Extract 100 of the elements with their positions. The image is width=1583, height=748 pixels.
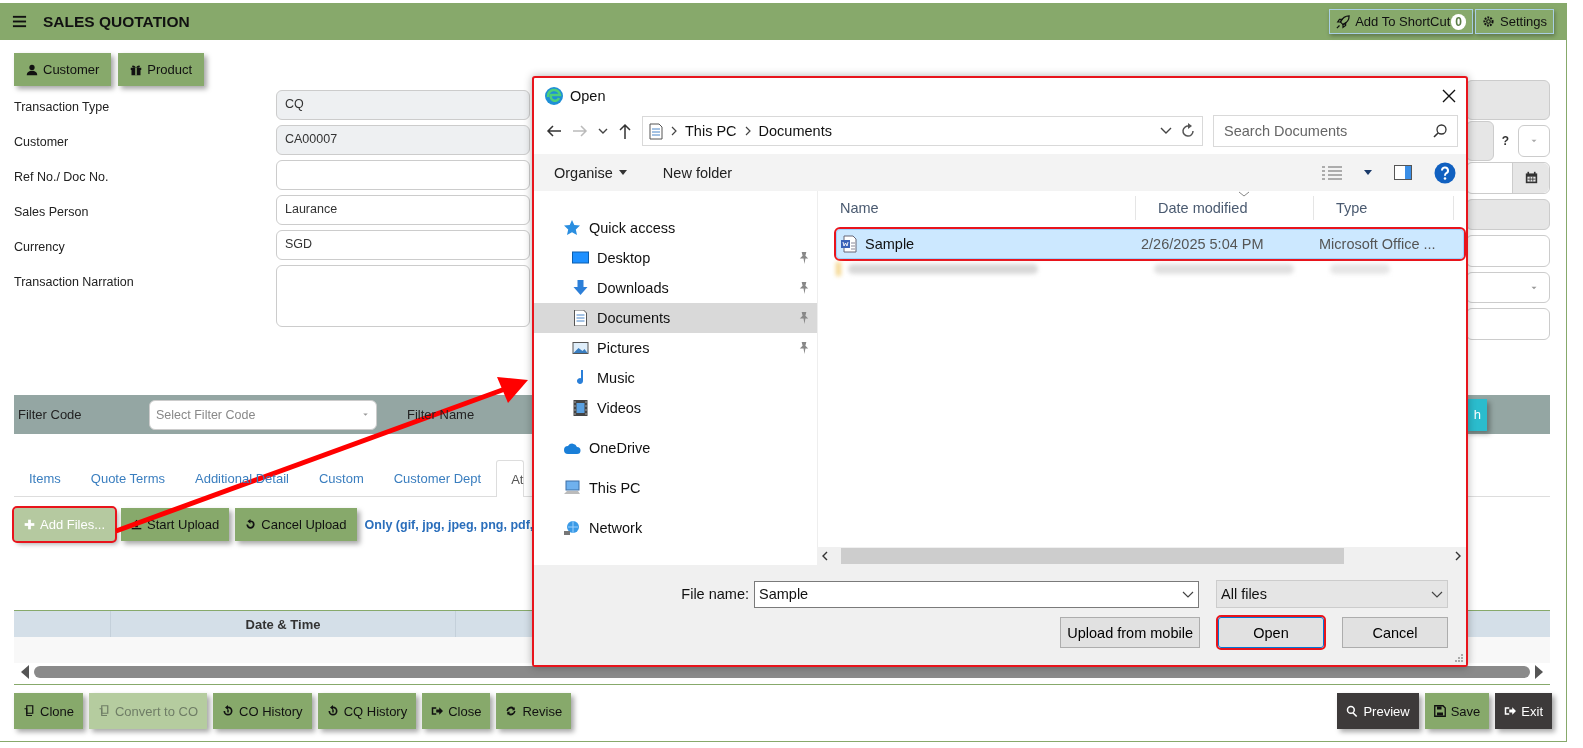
chevron-down-icon[interactable] xyxy=(598,127,608,135)
tab[interactable]: Quote Terms xyxy=(75,460,180,496)
file-type-select[interactable]: All files xyxy=(1216,580,1448,608)
refresh-icon[interactable] xyxy=(1180,123,1196,139)
add-to-shortcut-button[interactable]: Add To ShortCut 0 xyxy=(1329,9,1473,34)
upload-icon xyxy=(131,519,143,530)
nav-item[interactable]: Downloads xyxy=(534,273,817,303)
document-icon xyxy=(572,310,589,326)
scroll-left-icon[interactable] xyxy=(20,665,30,679)
revise-button[interactable]: Revise xyxy=(496,693,572,729)
column-header[interactable]: Name xyxy=(818,196,1136,220)
nav-item[interactable]: OneDrive xyxy=(534,433,817,463)
settings-button[interactable]: Settings xyxy=(1475,9,1554,34)
nav-item[interactable]: Network xyxy=(534,513,817,543)
date-field[interactable] xyxy=(1466,161,1550,194)
tab[interactable]: Items xyxy=(14,460,76,496)
clone-button[interactable]: Clone xyxy=(14,693,83,729)
open-button[interactable]: Open xyxy=(1218,617,1324,648)
tab[interactable]: Customer Dept xyxy=(378,460,497,496)
file-row[interactable]: Sample 2/26/2025 5:04 PM Microsoft Office ... xyxy=(836,229,1464,259)
caret-icon[interactable] xyxy=(1364,170,1372,175)
scrollbar-thumb[interactable] xyxy=(34,666,1530,678)
browser-icon xyxy=(544,86,564,106)
close-icon[interactable] xyxy=(1442,89,1456,103)
search-icon[interactable] xyxy=(1433,124,1447,138)
nav-item[interactable]: Desktop xyxy=(534,243,817,273)
input-field[interactable] xyxy=(1466,80,1550,120)
tab[interactable]: Additional Detail xyxy=(180,460,304,496)
field-label: Currency xyxy=(14,239,66,256)
rocket-icon xyxy=(1336,14,1351,29)
breadcrumb[interactable]: This PC xyxy=(685,123,737,139)
upload-from-mobile-button[interactable]: Upload from mobile xyxy=(1060,617,1200,648)
input-field[interactable] xyxy=(276,160,530,190)
nav-item[interactable]: Videos xyxy=(534,393,817,423)
caret-icon xyxy=(618,170,627,175)
sign-out-icon xyxy=(1504,705,1517,717)
scroll-right-icon[interactable] xyxy=(1454,551,1462,561)
column-header[interactable]: Date modified xyxy=(1136,196,1314,220)
close-button[interactable]: Close xyxy=(422,693,491,729)
save-button[interactable]: Save xyxy=(1424,693,1490,729)
up-arrow-icon[interactable] xyxy=(618,123,632,139)
search-field[interactable]: Search Documents xyxy=(1213,115,1458,147)
user-icon xyxy=(26,63,38,76)
input-field[interactable]: CA00007 xyxy=(276,125,530,155)
preview-pane-icon[interactable] xyxy=(1394,165,1412,180)
help-mark: ? xyxy=(1501,133,1509,148)
breadcrumb[interactable]: Documents xyxy=(758,123,832,139)
preview-button[interactable]: Preview xyxy=(1337,693,1419,729)
history-icon xyxy=(326,705,339,717)
input-field[interactable]: CQ xyxy=(276,90,530,120)
settings-icon xyxy=(1482,15,1495,28)
file-types-note: Only (gif, jpg, jpeg, png, pdf, xyxy=(364,517,534,532)
help-icon[interactable] xyxy=(1434,161,1456,184)
input-field[interactable] xyxy=(1466,198,1550,231)
start-upload-button[interactable]: Start Upload xyxy=(121,508,230,541)
cq-history-button[interactable]: CQ History xyxy=(317,693,417,729)
scroll-left-icon[interactable] xyxy=(821,551,829,561)
exit-button[interactable]: Exit xyxy=(1495,693,1552,729)
calendar-button[interactable] xyxy=(1512,162,1549,193)
input-field[interactable] xyxy=(1466,120,1494,161)
input-field[interactable] xyxy=(1466,308,1550,340)
file-name-field[interactable]: Sample xyxy=(754,580,1199,608)
new-folder-button[interactable]: New folder xyxy=(662,164,733,181)
back-arrow-icon[interactable] xyxy=(546,124,562,138)
word-document-icon xyxy=(841,235,859,253)
nav-item[interactable]: Pictures xyxy=(534,333,817,363)
organise-menu[interactable]: Organise xyxy=(554,164,627,181)
field-label: Ref No./ Doc No. xyxy=(14,169,110,186)
nav-item[interactable]: Quick access xyxy=(534,213,817,243)
sort-chevron-icon xyxy=(1238,191,1250,197)
calendar-icon xyxy=(1524,171,1538,184)
filter-code-select[interactable]: Select Filter Code xyxy=(149,399,377,430)
chevron-right-icon xyxy=(671,126,677,136)
field-label: Transaction Type xyxy=(14,99,111,116)
nav-item[interactable]: Documents xyxy=(534,303,817,333)
co-history-button[interactable]: CO History xyxy=(213,693,312,729)
field-label: Customer xyxy=(14,134,70,151)
computer-icon xyxy=(564,480,581,496)
copy-icon xyxy=(23,705,35,717)
cancel-upload-button[interactable]: Cancel Upload xyxy=(235,508,357,541)
caret-icon xyxy=(361,410,370,419)
scroll-right-icon[interactable] xyxy=(1534,665,1544,679)
input-field[interactable]: SGD xyxy=(276,230,530,260)
scrollbar-thumb[interactable] xyxy=(841,548,1344,564)
nav-item[interactable]: Music xyxy=(534,363,817,393)
cancel-button[interactable]: Cancel xyxy=(1342,617,1448,648)
customer-button[interactable]: Customer xyxy=(14,53,112,86)
input-field[interactable]: Laurance xyxy=(276,195,530,225)
chevron-right-icon xyxy=(744,126,751,136)
tab[interactable]: Custom xyxy=(303,460,379,496)
nav-item[interactable]: This PC xyxy=(534,473,817,503)
column-header[interactable]: Type xyxy=(1314,196,1454,220)
resize-grip-icon[interactable] xyxy=(1453,652,1463,662)
dialog-title: Open xyxy=(570,88,607,104)
chevron-down-icon[interactable] xyxy=(1160,127,1172,135)
sign-out-icon xyxy=(431,705,444,717)
address-bar[interactable]: This PC Documents xyxy=(642,116,1203,146)
select-field[interactable] xyxy=(1466,271,1550,304)
input-field[interactable] xyxy=(1466,235,1550,267)
product-button[interactable]: Product xyxy=(118,53,205,86)
